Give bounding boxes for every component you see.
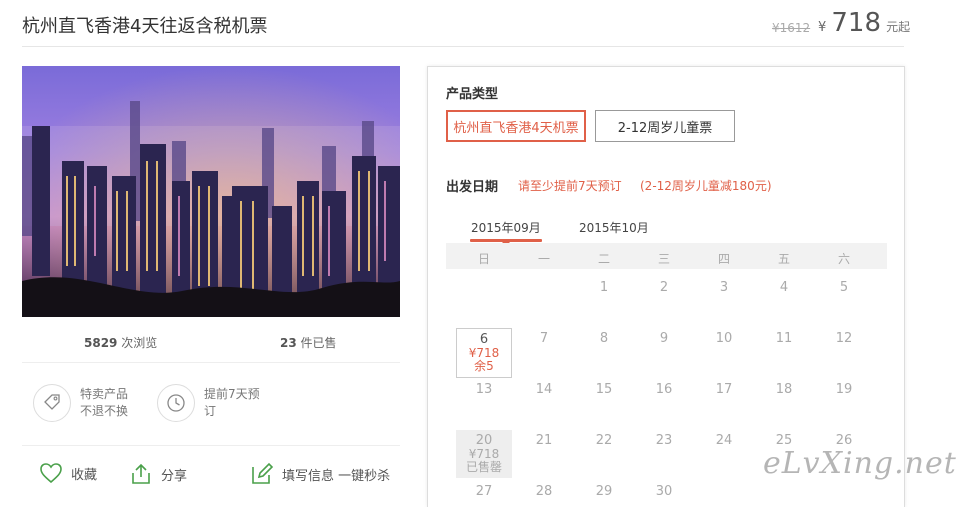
weekday-wed: 三	[657, 252, 670, 266]
fill-info-button[interactable]: 填写信息 一键秒杀	[250, 462, 390, 486]
share-button[interactable]: 分享	[129, 462, 187, 486]
calendar-day: 18	[775, 382, 793, 397]
calendar-day: 27	[475, 484, 493, 499]
weekday-mon: 一	[537, 252, 550, 266]
calendar-day-available[interactable]: 6 ¥718 余5	[456, 328, 512, 378]
sold-label: 件已售	[300, 336, 337, 350]
original-price: ¥1612	[772, 21, 811, 35]
favorite-label: 收藏	[71, 467, 98, 483]
views-count: 5829	[84, 336, 118, 350]
advance-notice: 请至少提前7天预订	[518, 179, 622, 193]
calendar-day: 19	[835, 382, 853, 397]
booking-panel: 产品类型 杭州直飞香港4天机票 2-12周岁儿童票 出发日期 请至少提前7天预订…	[427, 66, 905, 507]
features-divider	[22, 445, 400, 446]
weekday-tue: 二	[597, 252, 610, 266]
calendar-day: 2	[659, 280, 669, 295]
share-icon	[132, 463, 150, 484]
calendar-day: 1	[599, 280, 609, 295]
calendar-day: 4	[779, 280, 789, 295]
weekday-header: 日 一 二 三 四 五 六	[446, 243, 887, 269]
calendar-day-sold-out: 20 ¥718 已售罄	[456, 430, 512, 478]
site-watermark: eLvXing.net	[763, 446, 957, 481]
edit-icon	[252, 462, 274, 484]
weekday-fri: 五	[777, 252, 790, 266]
calendar-day: 16	[655, 382, 673, 397]
feature-line: 订	[204, 404, 217, 418]
calendar-day: 28	[535, 484, 553, 499]
calendar-day: 3	[719, 280, 729, 295]
calendar-day: 12	[835, 331, 853, 346]
sold-stat: 23 件已售	[280, 334, 337, 351]
calendar-day: 14	[535, 382, 553, 397]
calendar-day: 7	[539, 331, 549, 346]
views-label: 次浏览	[121, 336, 158, 350]
calendar-day: 15	[595, 382, 613, 397]
share-label: 分享	[161, 468, 188, 484]
tab-month-oct[interactable]: 2015年10月	[579, 219, 649, 236]
sold-count: 23	[280, 336, 297, 350]
feature-line: 不退不换	[80, 404, 129, 418]
views-stat: 5829 次浏览	[84, 334, 157, 351]
header-divider	[22, 46, 904, 47]
calendar-day: 10	[715, 331, 733, 346]
calendar-day: 13	[475, 382, 493, 397]
stats-divider	[22, 362, 400, 363]
feature-line: 特卖产品	[80, 387, 129, 401]
product-type-label: 产品类型	[446, 87, 499, 102]
heart-icon	[40, 463, 62, 484]
favorite-button[interactable]: 收藏	[39, 462, 97, 484]
day-status: 已售罄	[465, 460, 502, 474]
hong-kong-night-photo	[22, 66, 400, 317]
page-title: 杭州直飞香港4天往返含税机票	[22, 16, 268, 37]
price-symbol: ¥	[818, 20, 827, 35]
calendar-day: 30	[655, 484, 673, 499]
price-value: 718	[831, 8, 882, 38]
calendar-day: 29	[595, 484, 613, 499]
calendar-day: 9	[659, 331, 669, 346]
feature-special-offer: 特卖产品 不退不换	[33, 384, 128, 422]
calendar-day: 23	[655, 433, 673, 448]
calendar-day: 17	[715, 382, 733, 397]
child-discount-notice: (2-12周岁儿童减180元)	[640, 179, 772, 193]
weekday-sun: 日	[477, 252, 490, 266]
product-type-child-option[interactable]: 2-12周岁儿童票	[595, 110, 735, 142]
feature-advance-booking: 提前7天预 订	[157, 384, 260, 422]
weekday-thu: 四	[717, 252, 730, 266]
day-stock: 余5	[474, 359, 494, 373]
weekday-sat: 六	[837, 252, 850, 266]
calendar-day: 24	[715, 433, 733, 448]
calendar-day: 11	[775, 331, 793, 346]
calendar-day: 22	[595, 433, 613, 448]
calendar-day: 21	[535, 433, 553, 448]
calendar-day: 8	[599, 331, 609, 346]
product-type-adult-option[interactable]: 杭州直飞香港4天机票	[446, 110, 586, 142]
day-number: 20	[475, 433, 493, 448]
current-price: ¥ 718 元起	[818, 8, 910, 38]
tab-month-sep[interactable]: 2015年09月	[471, 219, 541, 236]
fill-info-label: 填写信息 一键秒杀	[282, 468, 391, 484]
feature-line: 提前7天预	[204, 387, 260, 401]
price-suffix: 元起	[886, 20, 911, 34]
tag-icon	[33, 384, 71, 422]
day-number: 6	[479, 332, 489, 347]
calendar-day: 5	[839, 280, 849, 295]
clock-icon	[157, 384, 195, 422]
departure-date-label: 出发日期	[446, 180, 499, 195]
